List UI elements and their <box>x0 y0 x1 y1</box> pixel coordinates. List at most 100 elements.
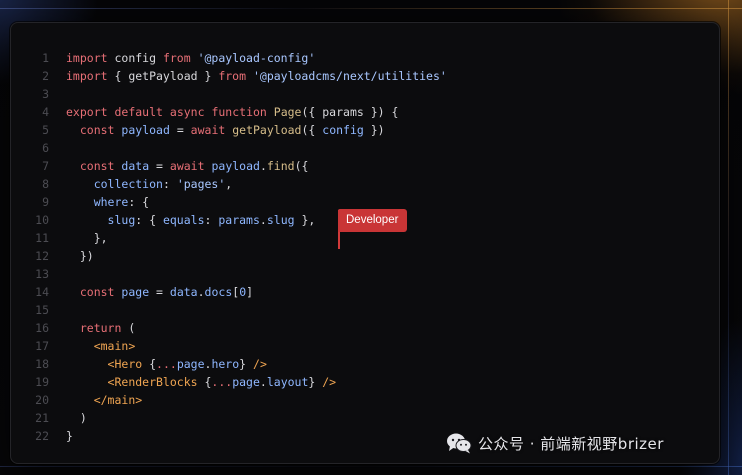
code-line[interactable]: 16 return ( <box>11 319 719 337</box>
code-token: async <box>169 105 205 119</box>
code-token: </main> <box>93 393 143 407</box>
code-token: . <box>259 213 267 227</box>
code-token: { <box>142 357 157 371</box>
line-number: 2 <box>42 69 49 83</box>
code-token: { getPayload } <box>107 69 219 83</box>
code-token: } <box>308 375 323 389</box>
code-token: slug <box>107 213 136 227</box>
line-number: 13 <box>35 267 49 281</box>
code-token: const <box>79 123 115 137</box>
code-line[interactable]: 20 </main> <box>11 391 719 409</box>
code-token: : <box>162 177 177 191</box>
collaborator-cursor-label: Developer <box>338 209 408 232</box>
code-token: '@payloadcms/next/utilities' <box>252 69 447 83</box>
code-editor-window[interactable]: 1 import config from '@payload-config' 2 im… <box>10 22 720 464</box>
line-number: 17 <box>35 339 49 353</box>
code-token: } <box>239 357 254 371</box>
code-line[interactable]: 14 const page = data.docs[0] <box>11 283 719 301</box>
line-code-text: where: { <box>66 193 149 211</box>
code-token: 'pages' <box>176 177 226 191</box>
code-token: ] <box>246 285 254 299</box>
line-code-text: import { getPayload } from '@payloadcms/… <box>66 67 447 85</box>
background-glow-line-right <box>728 0 729 475</box>
line-code-text: } <box>66 427 73 445</box>
code-token: <Hero <box>107 357 143 371</box>
code-line[interactable]: 4 export default async function Page({ pa… <box>11 103 719 121</box>
line-number: 10 <box>35 213 49 227</box>
code-line[interactable]: 2 import { getPayload } from '@payloadcms… <box>11 67 719 85</box>
code-token: Page <box>273 105 302 119</box>
code-token: import <box>66 69 108 83</box>
code-token: ({ <box>301 123 323 137</box>
line-code-text: }, <box>66 229 108 247</box>
line-code-text: </main> <box>66 391 142 409</box>
line-number: 5 <box>42 123 49 137</box>
code-token: '@payload-config' <box>197 51 316 65</box>
code-token: equals <box>162 213 205 227</box>
code-line[interactable]: 5 const payload = await getPayload({ con… <box>11 121 719 139</box>
code-line[interactable]: 3 <box>11 85 719 103</box>
code-token: . <box>259 159 267 173</box>
code-line[interactable]: 19 <RenderBlocks {...page.layout} /> <box>11 373 719 391</box>
code-token: const <box>79 285 115 299</box>
line-number: 4 <box>42 105 49 119</box>
code-line[interactable]: 15 <box>11 301 719 319</box>
line-number: 12 <box>35 249 49 263</box>
code-token: slug <box>266 213 295 227</box>
code-line[interactable]: 18 <Hero {...page.hero} /> <box>11 355 719 373</box>
line-number: 9 <box>42 195 49 209</box>
code-line[interactable]: 7 const data = await payload.find({ <box>11 157 719 175</box>
code-line[interactable]: 13 <box>11 265 719 283</box>
screenshot-stage: 1 import config from '@payload-config' 2 im… <box>0 0 742 475</box>
line-number: 6 <box>42 141 49 155</box>
code-token: from <box>218 69 247 83</box>
wechat-icon <box>447 433 472 454</box>
code-line[interactable]: 8 collection: 'pages', <box>11 175 719 193</box>
code-line[interactable]: 6 <box>11 139 719 157</box>
code-token: ) <box>66 411 87 425</box>
line-number: 14 <box>35 285 49 299</box>
code-token: }) <box>66 249 94 263</box>
line-code-text: collection: 'pages', <box>66 175 233 193</box>
watermark-text: 公众号 · 前端新视野brizer <box>478 434 664 453</box>
line-code-text: <RenderBlocks {...page.layout} /> <box>66 373 337 391</box>
line-code-text: return ( <box>66 319 135 337</box>
code-line[interactable]: 12 }) <box>11 247 719 265</box>
code-token: import <box>66 51 108 65</box>
line-code-text: const payload = await getPayload({ confi… <box>66 121 385 139</box>
code-token: <RenderBlocks <box>107 375 198 389</box>
code-line[interactable]: 21 ) <box>11 409 719 427</box>
line-number: 19 <box>35 375 49 389</box>
code-token: from <box>162 51 191 65</box>
code-token: ... <box>211 375 233 389</box>
code-area[interactable]: 1 import config from '@payload-config' 2 im… <box>11 49 719 445</box>
line-code-text: const data = await payload.find({ <box>66 157 309 175</box>
line-number: 21 <box>35 411 49 425</box>
code-token: layout <box>266 375 309 389</box>
code-token: collection <box>93 177 163 191</box>
code-token: find <box>266 159 295 173</box>
code-token: /> <box>253 357 267 371</box>
code-token: hero <box>211 357 240 371</box>
line-number: 20 <box>35 393 49 407</box>
code-token: config <box>322 123 364 137</box>
code-line[interactable]: 17 <main> <box>11 337 719 355</box>
line-number: 16 <box>35 321 49 335</box>
code-token: /> <box>322 375 337 389</box>
code-token: } <box>66 429 73 443</box>
line-code-text: export default async function Page({ par… <box>66 103 398 121</box>
code-token: await <box>190 123 226 137</box>
code-token: payload <box>211 159 260 173</box>
background-glow-line-bottom <box>0 466 742 467</box>
code-line[interactable]: 1 import config from '@payload-config' <box>11 49 719 67</box>
